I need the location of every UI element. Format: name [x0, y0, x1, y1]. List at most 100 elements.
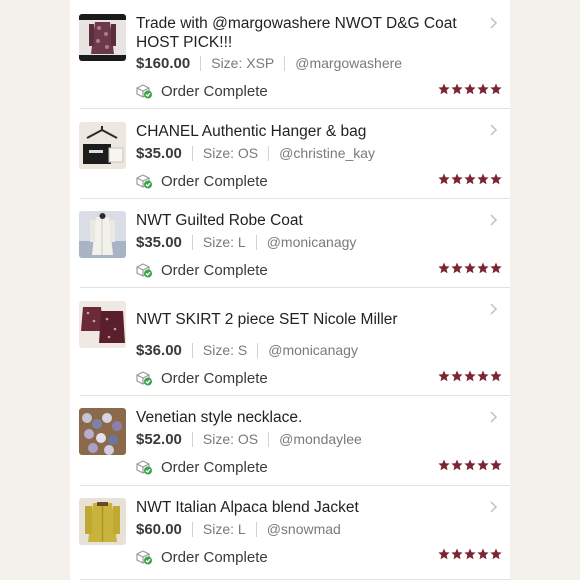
status-text: Order Complete: [161, 458, 268, 476]
seller-username[interactable]: @mondaylee: [279, 431, 362, 447]
seller-username[interactable]: @margowashere: [295, 55, 402, 71]
order-row[interactable]: Venetian style necklace. $52.00 Size: OS…: [70, 396, 510, 486]
item-size: Size: OS: [202, 145, 259, 161]
item-thumbnail[interactable]: [79, 14, 126, 61]
order-list-panel[interactable]: Trade with @margowashere NWOT D&G Coat H…: [70, 0, 510, 580]
star-icon: [477, 173, 489, 185]
item-meta: $36.00 Size: S @monicanagy: [136, 340, 358, 360]
star-icon: [438, 370, 450, 382]
chevron-right-icon[interactable]: [488, 501, 498, 513]
seller-username[interactable]: @christine_kay: [279, 145, 375, 161]
meta-divider: [255, 521, 257, 537]
star-icon: [477, 83, 489, 95]
item-size: Size: OS: [202, 431, 259, 447]
item-price: $36.00: [136, 341, 182, 359]
star-icon: [451, 173, 463, 185]
necklace-photo: [79, 408, 126, 455]
package-check-icon: [136, 262, 153, 278]
status-text: Order Complete: [161, 82, 268, 100]
meta-divider: [268, 145, 270, 161]
order-row[interactable]: NWT SKIRT 2 piece SET Nicole Miller $36.…: [70, 288, 510, 396]
star-icon: [438, 548, 450, 560]
star-icon: [477, 370, 489, 382]
chevron-right-icon[interactable]: [488, 17, 498, 29]
meta-divider: [191, 342, 193, 358]
status-text: Order Complete: [161, 369, 268, 387]
item-meta: $160.00 Size: XSP @margowashere: [136, 53, 402, 73]
star-icon: [490, 548, 502, 560]
star-icon: [438, 459, 450, 471]
seller-rating: [438, 370, 502, 382]
seller-rating: [438, 548, 502, 560]
order-status: Order Complete: [136, 260, 268, 280]
item-meta: $35.00 Size: OS @christine_kay: [136, 143, 375, 163]
item-price: $60.00: [136, 520, 182, 538]
star-icon: [438, 262, 450, 274]
meta-divider: [191, 234, 193, 250]
meta-divider: [255, 234, 257, 250]
item-size: Size: L: [202, 234, 246, 250]
star-icon: [464, 459, 476, 471]
item-meta: $60.00 Size: L @snowmad: [136, 519, 341, 539]
star-icon: [490, 173, 502, 185]
orders-screen: Trade with @margowashere NWOT D&G Coat H…: [0, 0, 580, 580]
star-icon: [451, 83, 463, 95]
item-thumbnail[interactable]: [79, 211, 126, 258]
star-icon: [451, 262, 463, 274]
seller-rating: [438, 173, 502, 185]
meta-divider: [284, 55, 286, 71]
order-row[interactable]: CHANEL Authentic Hanger & bag $35.00 Siz…: [70, 109, 510, 199]
star-icon: [464, 548, 476, 560]
item-title[interactable]: Trade with @margowashere NWOT D&G Coat H…: [136, 14, 476, 52]
item-title[interactable]: NWT Italian Alpaca blend Jacket: [136, 498, 476, 517]
status-text: Order Complete: [161, 548, 268, 566]
meta-divider: [268, 431, 270, 447]
item-title[interactable]: Venetian style necklace.: [136, 408, 476, 427]
star-icon: [490, 83, 502, 95]
hanger-bag-photo: [79, 122, 126, 169]
skirt-set-photo: [79, 301, 126, 348]
chevron-right-icon[interactable]: [488, 303, 498, 315]
star-icon: [464, 173, 476, 185]
item-thumbnail[interactable]: [79, 122, 126, 169]
meta-divider: [200, 55, 202, 71]
item-thumbnail[interactable]: [79, 498, 126, 545]
jacket-photo: [79, 498, 126, 545]
chevron-right-icon[interactable]: [488, 124, 498, 136]
star-icon: [477, 548, 489, 560]
item-size: Size: XSP: [211, 55, 275, 71]
seller-username[interactable]: @monicanagy: [268, 342, 358, 358]
meta-divider: [191, 521, 193, 537]
status-text: Order Complete: [161, 261, 268, 279]
order-status: Order Complete: [136, 171, 268, 191]
item-thumbnail[interactable]: [79, 408, 126, 455]
order-status: Order Complete: [136, 368, 268, 388]
item-title[interactable]: NWT Guilted Robe Coat: [136, 211, 476, 230]
order-status: Order Complete: [136, 81, 268, 101]
order-row[interactable]: NWT Italian Alpaca blend Jacket $60.00 S…: [70, 486, 510, 580]
order-row[interactable]: Trade with @margowashere NWOT D&G Coat H…: [70, 0, 510, 109]
package-check-icon: [136, 549, 153, 565]
meta-divider: [191, 431, 193, 447]
chevron-right-icon[interactable]: [488, 411, 498, 423]
item-thumbnail[interactable]: [79, 301, 126, 348]
seller-rating: [438, 262, 502, 274]
seller-username[interactable]: @monicanagy: [267, 234, 357, 250]
package-check-icon: [136, 173, 153, 189]
item-price: $35.00: [136, 144, 182, 162]
seller-username[interactable]: @snowmad: [267, 521, 341, 537]
order-row[interactable]: NWT Guilted Robe Coat $35.00 Size: L @mo…: [70, 199, 510, 288]
order-status: Order Complete: [136, 547, 268, 567]
star-icon: [477, 459, 489, 471]
item-title[interactable]: CHANEL Authentic Hanger & bag: [136, 122, 476, 141]
star-icon: [490, 262, 502, 274]
star-icon: [464, 83, 476, 95]
star-icon: [438, 173, 450, 185]
meta-divider: [191, 145, 193, 161]
chevron-right-icon[interactable]: [488, 214, 498, 226]
star-icon: [464, 370, 476, 382]
star-icon: [451, 370, 463, 382]
coat-photo: [79, 14, 126, 61]
item-title[interactable]: NWT SKIRT 2 piece SET Nicole Miller: [136, 310, 476, 329]
robe-photo: [79, 211, 126, 258]
